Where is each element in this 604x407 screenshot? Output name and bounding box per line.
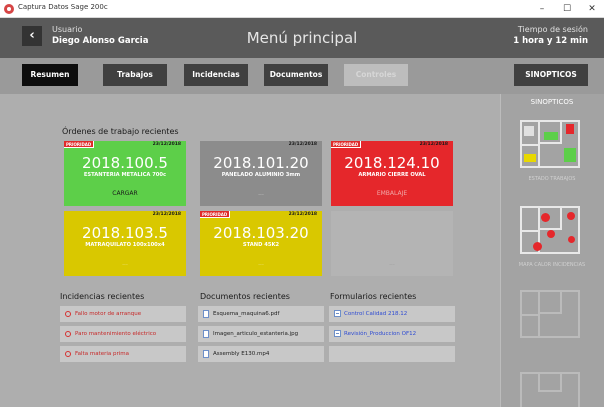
app-icon — [4, 4, 14, 14]
tab-documentos[interactable]: Documentos — [264, 64, 328, 86]
alert-circle-icon — [65, 351, 71, 357]
order-card[interactable]: PRIORIDAD 23/12/2018 2018.124.10 ARMARIO… — [331, 141, 453, 206]
documents-section-title: Documentos recientes — [200, 292, 290, 301]
document-icon — [203, 350, 209, 358]
form-item-empty — [329, 346, 455, 362]
document-item[interactable]: Esquema_maquina6.pdf — [198, 306, 324, 322]
order-state: ... — [258, 260, 264, 267]
document-icon — [203, 310, 209, 318]
order-card-empty: ... — [331, 211, 453, 276]
order-number: 2018.103.20 — [213, 224, 309, 242]
incidents-section-title: Incidencias recientes — [60, 292, 145, 301]
order-card[interactable]: PRIORIDAD 23/12/2018 2018.100.5 ESTANTER… — [64, 141, 186, 206]
order-date: 23/12/2018 — [288, 142, 317, 147]
order-description: PANELADO ALUMINIO 3mm — [221, 172, 301, 178]
order-state: ... — [122, 260, 128, 267]
order-card[interactable]: PRIORIDAD 23/12/2018 2018.103.20 STAND 4… — [200, 211, 322, 276]
session-time: 1 hora y 12 min — [513, 36, 588, 46]
sinopticos-button[interactable]: SINOPTICOS — [514, 64, 588, 86]
document-item[interactable]: Assembly E130.mp4 — [198, 346, 324, 362]
alert-circle-icon — [65, 311, 71, 317]
window-titlebar: Captura Datos Sage 200c – ☐ ✕ — [0, 0, 604, 18]
session-label: Tiempo de sesión — [517, 25, 588, 34]
forms-section-title: Formularios recientes — [330, 292, 417, 301]
order-description: STAND 45K2 — [242, 242, 280, 248]
document-item[interactable]: Imagen_articulo_estanteria.jpg — [198, 326, 324, 342]
order-number: 2018.103.5 — [82, 224, 168, 242]
estado-trabajos-icon[interactable] — [520, 120, 580, 168]
order-number: 2018.101.20 — [213, 154, 309, 172]
estado-trabajos-label[interactable]: ESTADO TRABAJOS — [500, 176, 604, 182]
order-state: EMBALAJE — [376, 190, 408, 197]
mapa-calor-label[interactable]: MAPA CALOR INCIDENCIAS — [500, 262, 604, 268]
form-item[interactable]: Revisión_Produccion OF12 — [329, 326, 455, 342]
document-icon — [203, 330, 209, 338]
priority-badge: PRIORIDAD — [200, 211, 231, 218]
orders-section-title: Órdenes de trabajo recientes — [62, 127, 179, 136]
order-state: ... — [258, 190, 264, 197]
order-date: 23/12/2018 — [152, 212, 181, 217]
order-card[interactable]: 23/12/2018 2018.103.5 MATRAQUILATO 100x1… — [64, 211, 186, 276]
order-number: 2018.124.10 — [344, 154, 440, 172]
form-icon — [334, 330, 341, 337]
maximize-button[interactable]: ☐ — [555, 0, 579, 18]
tab-trabajos[interactable]: Trabajos — [103, 64, 167, 86]
synoptic-placeholder-icon — [520, 290, 580, 338]
order-card[interactable]: 23/12/2018 2018.101.20 PANELADO ALUMINIO… — [200, 141, 322, 206]
order-date: 23/12/2018 — [419, 142, 448, 147]
tab-controles: Controles — [344, 64, 408, 86]
alert-circle-icon — [65, 331, 71, 337]
order-date: 23/12/2018 — [288, 212, 317, 217]
sidebar-heading: SINOPTICOS — [530, 98, 574, 106]
form-item[interactable]: Control Calidad 218.12 — [329, 306, 455, 322]
priority-badge: PRIORIDAD — [64, 141, 95, 148]
order-description: ESTANTERIA METALICA 700c — [83, 172, 167, 178]
incident-item[interactable]: Falta materia prima — [60, 346, 186, 362]
close-button[interactable]: ✕ — [580, 0, 604, 18]
incident-item[interactable]: Fallo motor de arranque — [60, 306, 186, 322]
tab-resumen[interactable]: Resumen — [22, 64, 78, 86]
minimize-button[interactable]: – — [530, 0, 554, 18]
synoptic-placeholder-icon — [520, 372, 580, 407]
order-description: ARMARIO CIERRE OVAL — [358, 172, 426, 178]
order-date: 23/12/2018 — [152, 142, 181, 147]
order-state: CARGAR — [112, 190, 138, 197]
order-description: MATRAQUILATO 100x100x4 — [85, 242, 165, 248]
order-number: 2018.100.5 — [82, 154, 168, 172]
window-title: Captura Datos Sage 200c — [18, 3, 108, 11]
mapa-calor-icon[interactable] — [520, 206, 580, 254]
tab-incidencias[interactable]: Incidencias — [184, 64, 248, 86]
form-icon — [334, 310, 341, 317]
priority-badge: PRIORIDAD — [331, 141, 362, 148]
incident-item[interactable]: Paro mantenimiento eléctrico — [60, 326, 186, 342]
